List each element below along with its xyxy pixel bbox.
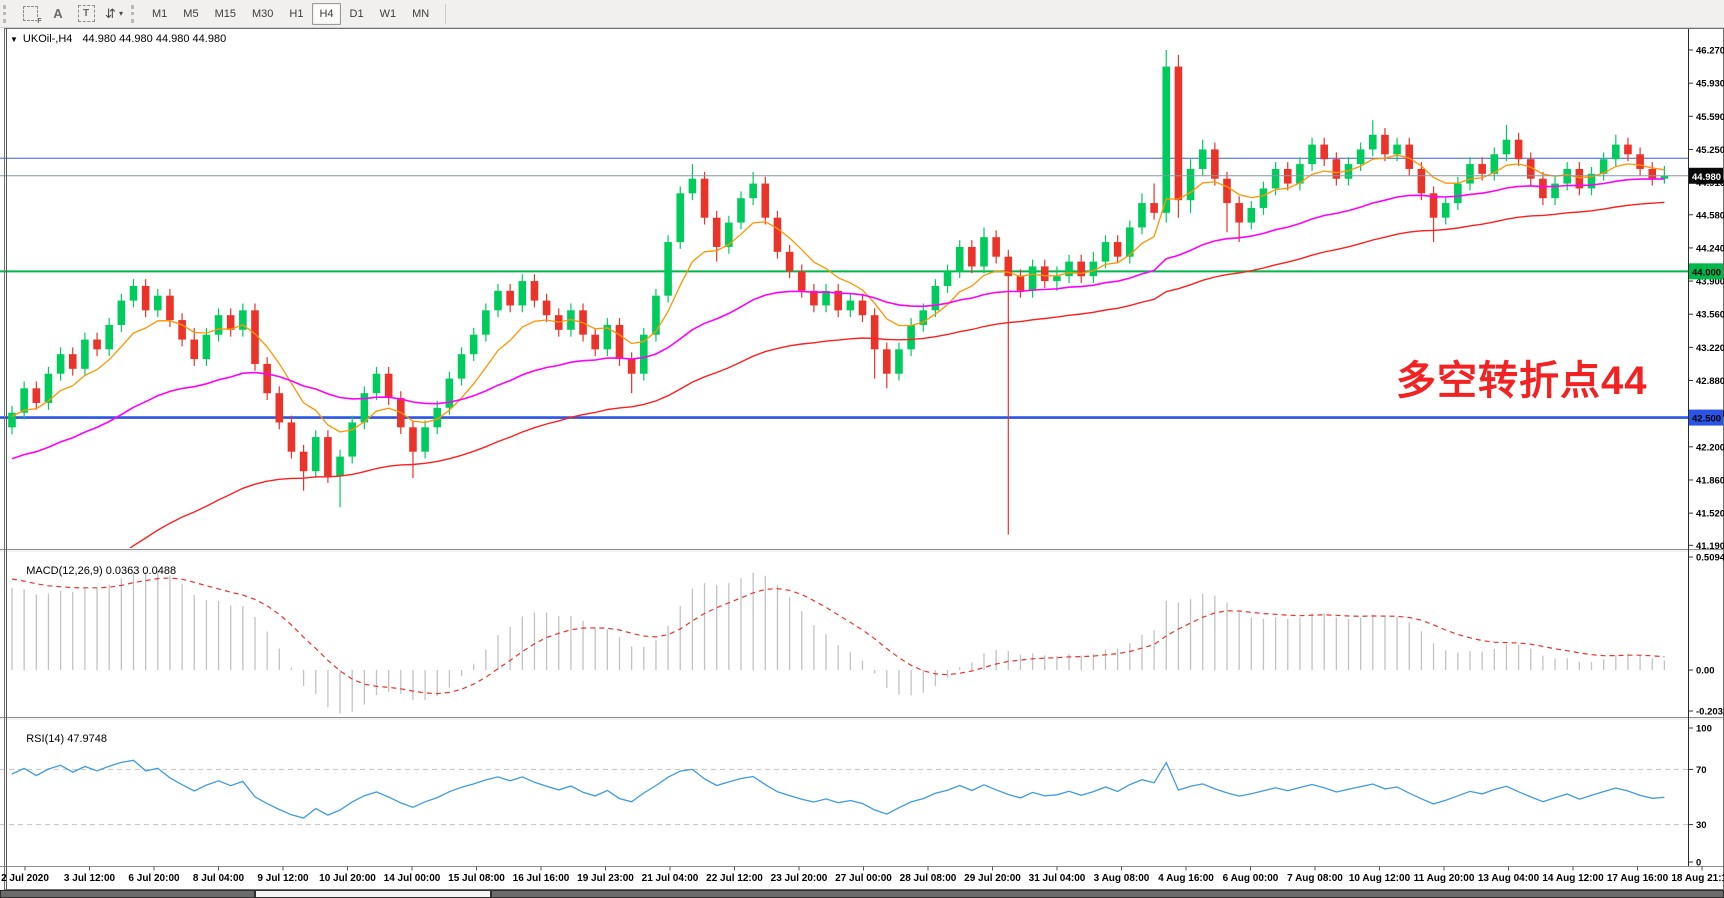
window-border bbox=[5, 29, 1724, 890]
timeframe-h4-button[interactable]: H4 bbox=[312, 3, 340, 25]
text-t-icon: T bbox=[78, 5, 95, 22]
chart-tab-3[interactable] bbox=[491, 890, 1724, 898]
toolbar-drag-handle[interactable] bbox=[3, 5, 11, 23]
toolbar: F A T ⇵ ▾ M1M5M15M30H1H4D1W1MN bbox=[0, 0, 1724, 28]
chart-window[interactable]: 46.27045.93045.59045.25044.91044.58044.2… bbox=[0, 28, 1724, 890]
chart-title: ▼ UKOil-,H4 44.980 44.980 44.980 44.980 bbox=[10, 33, 226, 45]
timeframes-drag-handle[interactable] bbox=[131, 5, 139, 23]
timeframe-m1-button[interactable]: M1 bbox=[145, 3, 174, 25]
timeframe-h1-button[interactable]: H1 bbox=[282, 3, 310, 25]
label-tool-button[interactable]: A bbox=[45, 3, 71, 25]
collapse-arrow-icon[interactable]: ▼ bbox=[10, 35, 18, 44]
timeframe-m30-button[interactable]: M30 bbox=[245, 3, 280, 25]
macd-current-values: 0.0363 0.0488 bbox=[106, 565, 176, 577]
label-a-icon: A bbox=[53, 6, 62, 21]
toolbar-group-separator bbox=[445, 4, 446, 24]
rsi-current-value: 47.9748 bbox=[67, 733, 107, 745]
price-axis-scale[interactable] bbox=[1690, 28, 1724, 866]
macd-signal-line bbox=[12, 578, 1664, 694]
timeframe-mn-button[interactable]: MN bbox=[405, 3, 436, 25]
chart-text-annotation[interactable]: 多空转折点44 bbox=[1396, 348, 1648, 406]
timeframe-d1-button[interactable]: D1 bbox=[343, 3, 371, 25]
timeframe-w1-button[interactable]: W1 bbox=[373, 3, 404, 25]
rsi-layer bbox=[0, 760, 1688, 824]
chart-tab-2[interactable] bbox=[255, 890, 491, 898]
rsi-indicator-label: RSI(14) 47.9748 bbox=[14, 721, 107, 757]
dropdown-caret-icon: ▾ bbox=[119, 9, 123, 18]
rsi-name: RSI(14) bbox=[26, 733, 64, 745]
chart-tab-strip bbox=[0, 890, 1724, 898]
macd-indicator-label: MACD(12,26,9) 0.0363 0.0488 bbox=[14, 553, 176, 589]
ma-slow-line bbox=[12, 202, 1664, 625]
chart-canvas[interactable]: 46.27045.93045.59045.25044.91044.58044.2… bbox=[0, 28, 1724, 890]
arrows-icon: ⇵ bbox=[105, 7, 116, 20]
macd-name: MACD(12,26,9) bbox=[26, 565, 102, 577]
chart-ohlc-values: 44.980 44.980 44.980 44.980 bbox=[82, 33, 226, 45]
timeframe-button-group: M1M5M15M30H1H4D1W1MN bbox=[144, 0, 437, 27]
freehand-grid-tool-button[interactable]: F bbox=[17, 3, 43, 25]
macd-layer bbox=[12, 571, 1664, 713]
time-axis-scale[interactable] bbox=[0, 866, 1724, 890]
candles-layer bbox=[8, 50, 1668, 535]
grid-f-label: F bbox=[37, 18, 41, 25]
text-tool-button[interactable]: T bbox=[73, 3, 99, 25]
dashed-grid-icon: F bbox=[23, 6, 38, 21]
timeframe-m5-button[interactable]: M5 bbox=[176, 3, 205, 25]
chart-tab-1[interactable] bbox=[0, 890, 255, 898]
arrows-tool-button[interactable]: ⇵ ▾ bbox=[101, 3, 127, 25]
chart-symbol-label: UKOil-,H4 bbox=[23, 33, 73, 45]
timeframe-m15-button[interactable]: M15 bbox=[208, 3, 243, 25]
